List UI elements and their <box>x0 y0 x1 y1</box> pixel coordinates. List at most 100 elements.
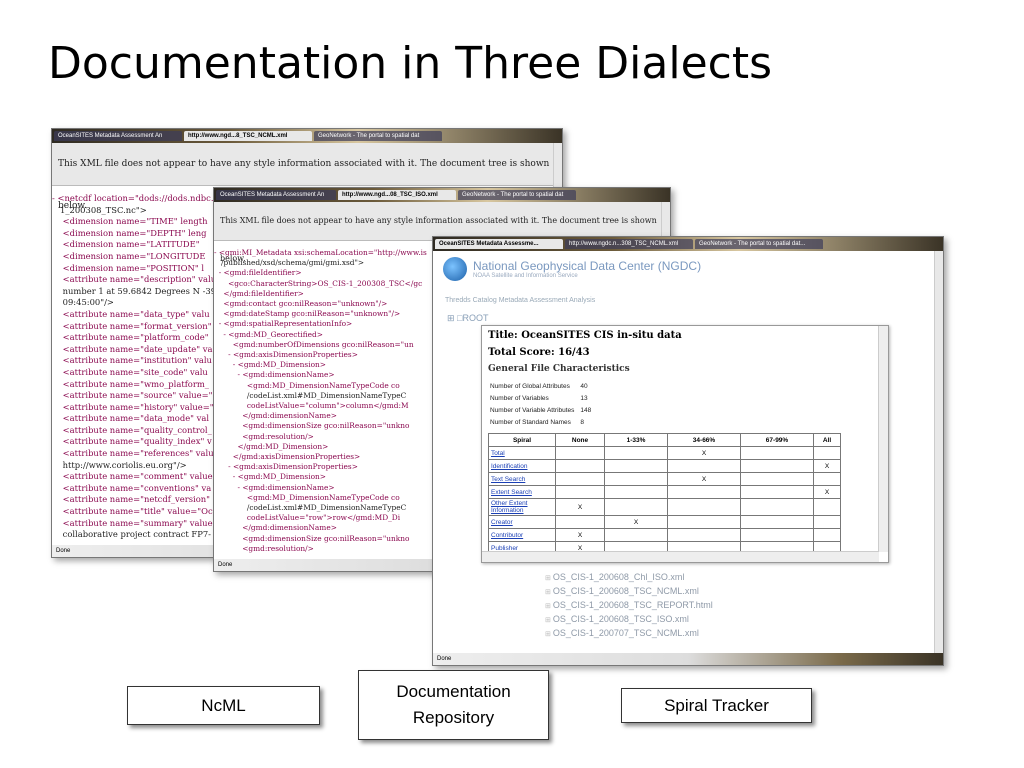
score-cell <box>667 498 741 516</box>
file-list: OS_CIS-1_200608_Chl_ISO.xmlOS_CIS-1_2006… <box>545 571 713 641</box>
spiral-link[interactable]: Identification <box>488 459 556 473</box>
score-cell <box>813 528 841 542</box>
column-header: 34-66% <box>667 433 741 447</box>
tab-assessment[interactable]: OceanSITES Metadata Assessment An <box>54 131 182 141</box>
score-cell: X <box>667 446 741 460</box>
popup-horizontal-scrollbar[interactable] <box>482 551 879 562</box>
stat-label: Number of Standard Names <box>490 419 571 426</box>
column-header: Spiral <box>488 433 556 447</box>
score-cell <box>604 446 668 460</box>
score-cell <box>667 528 741 542</box>
tree-root-label: ROOT <box>462 313 489 323</box>
stat-value: 148 <box>580 407 592 414</box>
score-cell <box>604 498 668 516</box>
score-cell: X <box>555 528 605 542</box>
score-cell: X <box>813 459 841 473</box>
score-cell <box>604 485 668 499</box>
score-cell <box>555 472 605 486</box>
stats-table: Number of Global Attributes 40 Number of V… <box>488 380 597 430</box>
score-cell <box>604 472 668 486</box>
score-cell <box>604 528 668 542</box>
tab-geonetwork[interactable]: GeoNetwork - The portal to spatial dat..… <box>695 239 823 249</box>
score-cell <box>740 498 814 516</box>
section-heading: General File Characteristics <box>488 364 630 374</box>
score-cell <box>813 498 841 516</box>
tab-ncml[interactable]: http://www.ngd...8_TSC_NCML.xml <box>184 131 312 141</box>
stat-row: Number of Global Attributes 40 <box>490 382 595 392</box>
spiral-link[interactable]: Other Extent Information <box>488 498 556 516</box>
column-header: All <box>813 433 841 447</box>
file-link[interactable]: OS_CIS-1_200608_Chl_ISO.xml <box>545 571 713 585</box>
tab-geonetwork[interactable]: GeoNetwork - The portal to spatial dat <box>458 190 576 200</box>
stat-row: Number of Variable Attributes 148 <box>490 406 595 416</box>
score-cell <box>813 446 841 460</box>
org-subtitle: NOAA Satellite and Information Service <box>473 273 578 279</box>
tab-bar: OceanSITES Metadata Assessment An http:/… <box>52 129 562 143</box>
score-cell <box>667 485 741 499</box>
vertical-scrollbar[interactable] <box>934 251 943 653</box>
tab-geonetwork[interactable]: GeoNetwork - The portal to spatial dat <box>314 131 442 141</box>
label-ncml: NcML <box>127 686 320 725</box>
stat-label: Number of Global Attributes <box>490 383 570 390</box>
spiral-table: Spiral None 1-33% 34-66% 67-99% All Total X Iden… <box>488 433 841 555</box>
table-row: Extent Search X <box>488 485 841 499</box>
table-row: Other Extent Information X <box>488 498 841 516</box>
table-row: Text Search X <box>488 472 841 486</box>
table-row: Identification X <box>488 459 841 473</box>
stat-row: Number of Standard Names 8 <box>490 418 595 428</box>
score-cell <box>740 459 814 473</box>
file-link[interactable]: OS_CIS-1_200608_TSC_NCML.xml <box>545 585 713 599</box>
tab-bar: OceanSITES Metadata Assessment An http:/… <box>214 188 670 202</box>
score-cell <box>740 446 814 460</box>
table-row: Contributor X <box>488 528 841 542</box>
tab-assessment[interactable]: OceanSITES Metadata Assessme... <box>435 239 563 249</box>
xml-info-bar: This XML file does not appear to have an… <box>52 143 562 211</box>
score-cell <box>555 446 605 460</box>
tab-ncml[interactable]: http://www.ngdc.n...308_TSC_NCML.xml <box>565 239 693 249</box>
tab-bar: OceanSITES Metadata Assessme... http://w… <box>433 237 943 251</box>
label-spiral-tracker: Spiral Tracker <box>621 688 812 723</box>
folder-icon: ⊞ □ <box>447 313 463 323</box>
score-cell: X <box>813 485 841 499</box>
column-header: None <box>555 433 605 447</box>
score-cell <box>555 515 605 529</box>
total-score: Total Score: 16/43 <box>488 347 590 358</box>
label-documentation-repository: Documentation Repository <box>358 670 549 740</box>
ngdc-header: National Geophysical Data Center (NGDC) … <box>443 257 701 281</box>
score-cell <box>604 459 668 473</box>
spiral-link[interactable]: Contributor <box>488 528 556 542</box>
score-cell: X <box>555 498 605 516</box>
file-link[interactable]: OS_CIS-1_200707_TSC_NCML.xml <box>545 627 713 641</box>
spiral-tracker-window: OceanSITES Metadata Assessme... http://w… <box>432 236 944 666</box>
slide-title: Documentation in Three Dialects <box>48 38 773 89</box>
stat-label: Number of Variables <box>490 395 549 402</box>
column-header: 67-99% <box>740 433 814 447</box>
noaa-logo <box>443 257 467 281</box>
spiral-link[interactable]: Extent Search <box>488 485 556 499</box>
org-name: National Geophysical Data Center (NGDC) <box>473 259 702 273</box>
column-header: 1-33% <box>604 433 668 447</box>
tab-assessment[interactable]: OceanSITES Metadata Assessment An <box>216 190 336 200</box>
tree-root[interactable]: ⊞ □ROOT <box>447 313 488 324</box>
tab-iso[interactable]: http://www.ngd...08_TSC_ISO.xml <box>338 190 456 200</box>
score-cell <box>740 528 814 542</box>
file-link[interactable]: OS_CIS-1_200608_TSC_REPORT.html <box>545 599 713 613</box>
table-row: Creator X <box>488 515 841 529</box>
spiral-link[interactable]: Total <box>488 446 556 460</box>
score-cell <box>740 485 814 499</box>
score-cell <box>667 515 741 529</box>
score-cell <box>813 515 841 529</box>
spiral-link[interactable]: Text Search <box>488 472 556 486</box>
stat-value: 8 <box>580 419 585 426</box>
score-cell <box>740 472 814 486</box>
spiral-link[interactable]: Creator <box>488 515 556 529</box>
stat-value: 40 <box>580 383 588 390</box>
status-bar: Done <box>433 653 943 665</box>
score-cell <box>555 485 605 499</box>
score-cell: X <box>604 515 668 529</box>
popup-vertical-scrollbar[interactable] <box>878 326 888 552</box>
table-header-row: Spiral None 1-33% 34-66% 67-99% All <box>488 433 841 447</box>
score-cell: X <box>667 472 741 486</box>
file-link[interactable]: OS_CIS-1_200608_TSC_ISO.xml <box>545 613 713 627</box>
stat-label: Number of Variable Attributes <box>490 407 575 414</box>
